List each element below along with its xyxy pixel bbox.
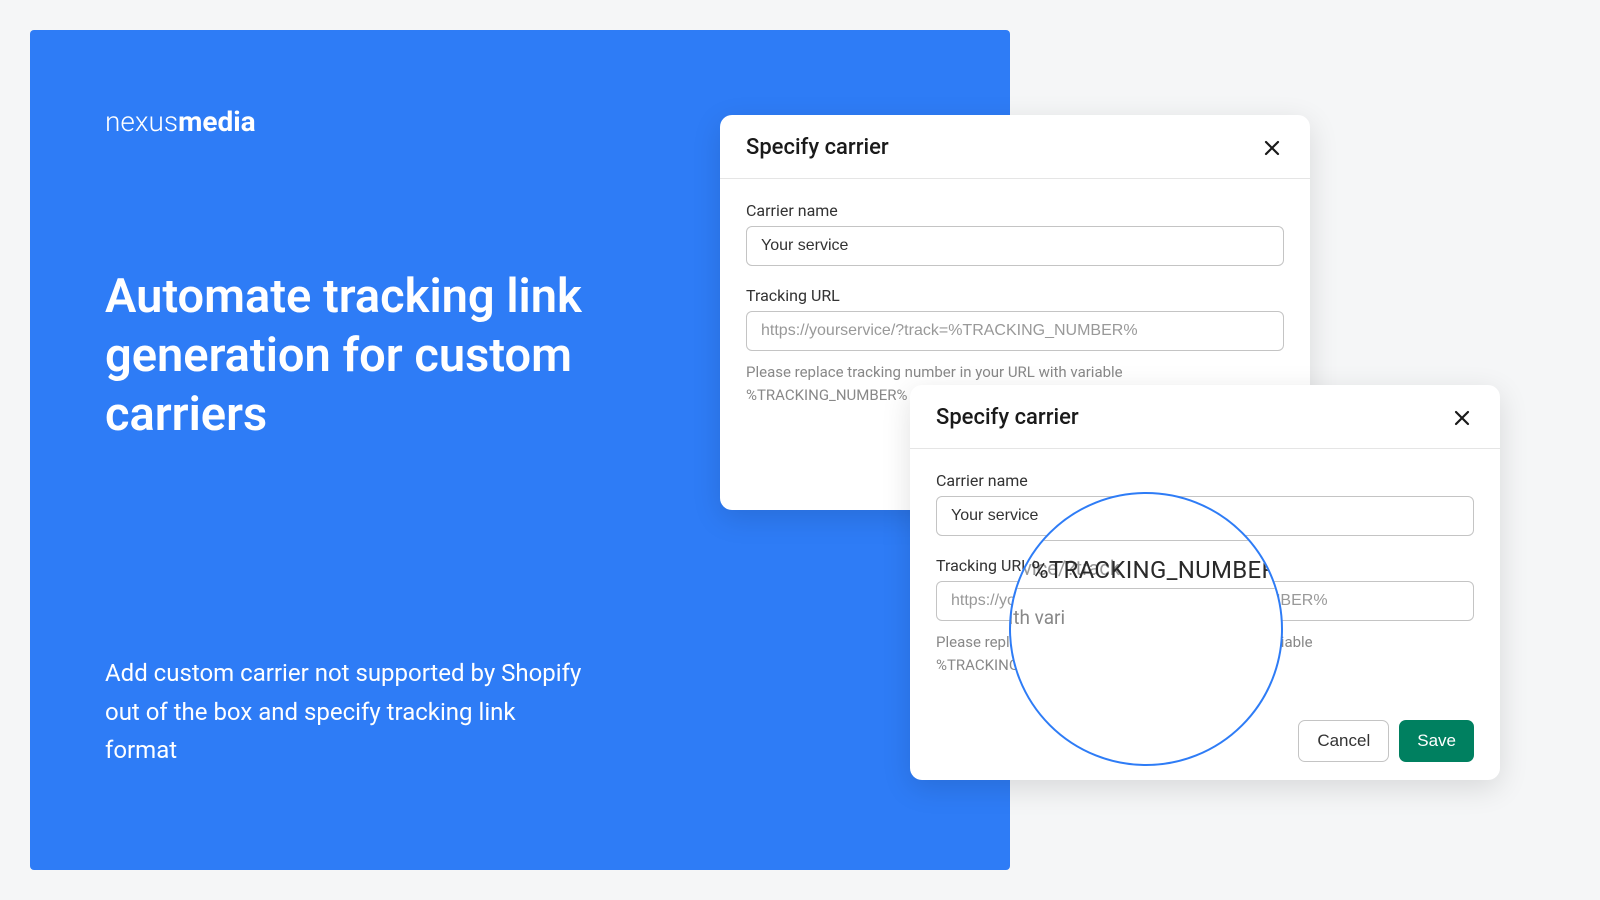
brand-light: nexus — [105, 105, 178, 138]
close-button[interactable] — [1260, 136, 1284, 160]
modal-title: Specify carrier — [936, 405, 1079, 430]
close-icon — [1452, 408, 1472, 428]
modal-header: Specify carrier — [720, 115, 1310, 179]
tracking-url-label: Tracking URL — [746, 286, 1284, 305]
modal-header: Specify carrier — [910, 385, 1500, 449]
carrier-name-input[interactable] — [936, 496, 1474, 536]
modal-title: Specify carrier — [746, 135, 889, 160]
hero-headline: Automate tracking link generation for cu… — [105, 268, 665, 444]
tracking-url-input[interactable] — [936, 581, 1474, 621]
brand-bold: media — [178, 105, 256, 138]
carrier-name-input[interactable] — [746, 226, 1284, 266]
specify-carrier-modal-front: Specify carrier Carrier name Tracking UR… — [910, 385, 1500, 780]
modal-footer: Cancel Save — [1272, 702, 1500, 780]
tracking-url-help: Please replace tracking number in your U… — [936, 631, 1474, 676]
tracking-url-input[interactable] — [746, 311, 1284, 351]
close-icon — [1262, 138, 1282, 158]
hero-subtext: Add custom carrier not supported by Shop… — [105, 654, 585, 769]
carrier-name-label: Carrier name — [936, 471, 1474, 490]
cancel-button[interactable]: Cancel — [1298, 720, 1389, 762]
close-button[interactable] — [1450, 406, 1474, 430]
modal-body: Carrier name Tracking URL Please replace… — [910, 449, 1500, 698]
carrier-name-label: Carrier name — [746, 201, 1284, 220]
tracking-url-label: Tracking URL — [936, 556, 1474, 575]
save-button[interactable]: Save — [1399, 720, 1474, 762]
